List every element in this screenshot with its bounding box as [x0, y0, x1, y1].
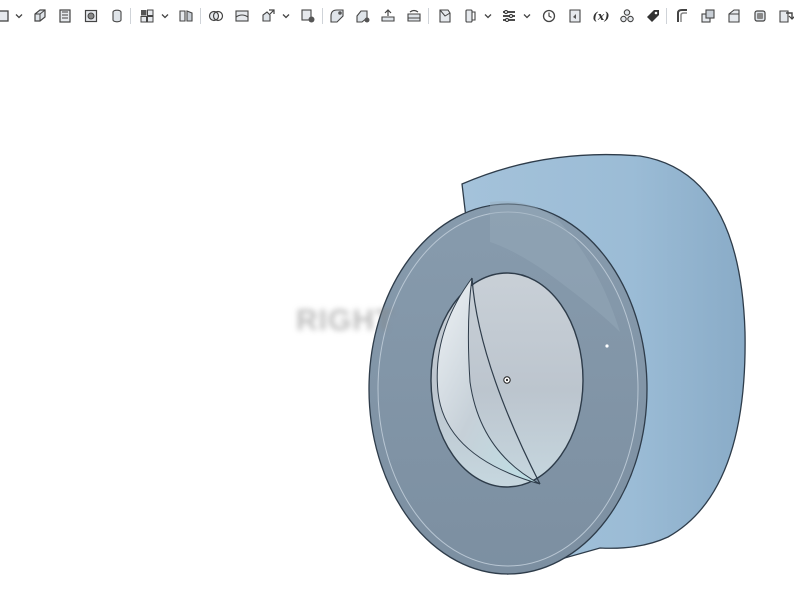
- delete-part-icon[interactable]: [297, 5, 319, 27]
- appearance-icon[interactable]: [642, 5, 664, 27]
- enclose-icon[interactable]: [723, 5, 745, 27]
- loft-icon[interactable]: [106, 5, 128, 27]
- variables-icon[interactable]: (x): [590, 5, 612, 27]
- list-icon[interactable]: [498, 5, 520, 27]
- vertex-marker[interactable]: [605, 344, 609, 348]
- thicken-icon[interactable]: [697, 5, 719, 27]
- transform-icon[interactable]: [257, 5, 279, 27]
- shell-icon[interactable]: [403, 5, 425, 27]
- replace-face-icon[interactable]: [775, 5, 797, 27]
- toolbar-separator: [130, 8, 131, 24]
- sketch-icon[interactable]: [0, 5, 14, 27]
- section-icon[interactable]: [564, 5, 586, 27]
- chevron-down-icon[interactable]: [522, 5, 532, 27]
- toolbar-separator: [200, 8, 201, 24]
- part-model[interactable]: [0, 32, 800, 600]
- mirror-icon[interactable]: [175, 5, 197, 27]
- mate-connector-icon[interactable]: [459, 5, 481, 27]
- measure-icon[interactable]: [538, 5, 560, 27]
- cad-application: (x) RIGHT: [0, 0, 800, 600]
- chamfer-icon[interactable]: [352, 5, 374, 27]
- variables-label: (x): [592, 9, 610, 23]
- extrude-icon[interactable]: [29, 5, 51, 27]
- toolbar-separator: [428, 8, 429, 24]
- draft-icon[interactable]: [377, 5, 399, 27]
- toolbar-separator: [322, 8, 323, 24]
- chevron-down-icon[interactable]: [14, 5, 24, 27]
- toolbar-separator: [666, 8, 667, 24]
- assembly-icon[interactable]: [616, 5, 638, 27]
- sweep-icon[interactable]: [80, 5, 102, 27]
- pattern-icon[interactable]: [136, 5, 158, 27]
- chevron-down-icon[interactable]: [483, 5, 493, 27]
- revolve-icon[interactable]: [54, 5, 76, 27]
- view-face-label: RIGHT: [296, 304, 395, 337]
- surface-icon[interactable]: [671, 5, 693, 27]
- center-point-dot: [505, 378, 509, 382]
- graphics-viewport[interactable]: RIGHT: [0, 32, 800, 600]
- fillet-icon[interactable]: [326, 5, 348, 27]
- chevron-down-icon[interactable]: [281, 5, 291, 27]
- offset-surface-icon[interactable]: [749, 5, 771, 27]
- boolean-icon[interactable]: [205, 5, 227, 27]
- plane-icon[interactable]: [434, 5, 456, 27]
- split-icon[interactable]: [231, 5, 253, 27]
- feature-toolbar: (x): [0, 0, 800, 32]
- chevron-down-icon[interactable]: [160, 5, 170, 27]
